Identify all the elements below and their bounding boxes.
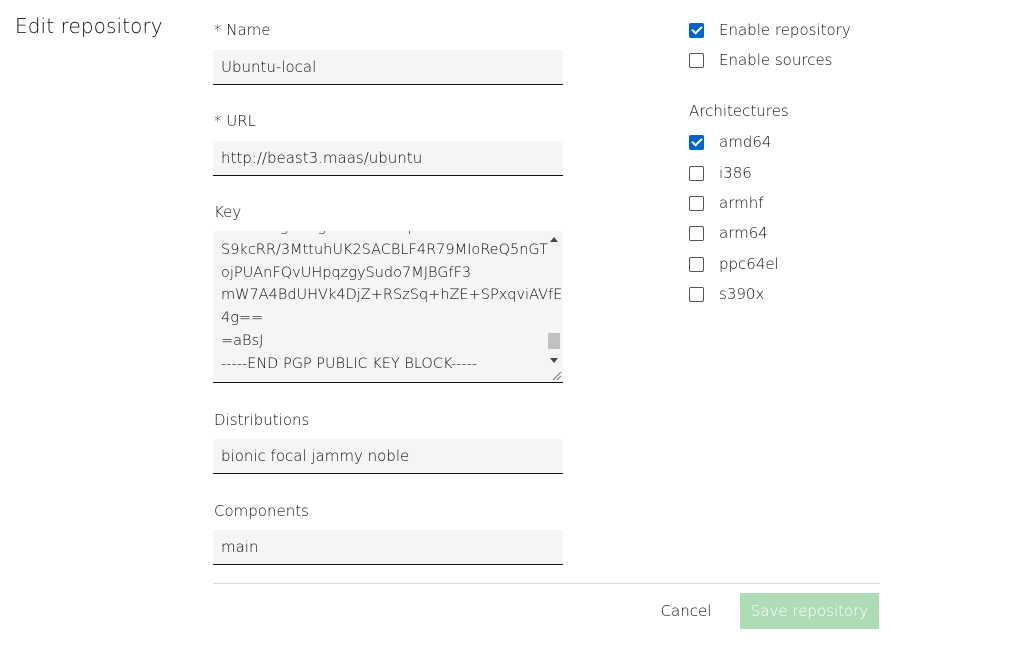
arch-option-ppc64el[interactable]: ppc64el [689, 253, 779, 275]
name-label: * Name [214, 21, 271, 39]
arch-label-s390x: s390x [719, 285, 765, 303]
arch-option-arm64[interactable]: arm64 [689, 222, 768, 244]
enable-sources-checkbox[interactable] [689, 52, 704, 68]
key-textarea[interactable]: bVl8+XIg3ZZg1oZcHHmiq29vH5 S9kcRR/3Mttuh… [213, 231, 563, 383]
key-label: Key [214, 203, 242, 221]
scroll-down-arrow-icon[interactable] [550, 358, 558, 363]
arch-checkbox-ppc64el[interactable] [689, 256, 704, 272]
enable-sources-label: Enable sources [719, 51, 833, 69]
enable-repository-checkbox[interactable] [689, 22, 704, 38]
enable-repository-option[interactable]: Enable repository [689, 19, 851, 41]
scroll-thumb[interactable] [548, 333, 560, 349]
arch-label-amd64: amd64 [719, 133, 772, 151]
resize-grip-icon[interactable] [550, 369, 562, 381]
arch-label-i386: i386 [719, 164, 752, 182]
architectures-title: Architectures [689, 102, 789, 120]
page-title: Edit repository [15, 14, 163, 38]
enable-sources-option[interactable]: Enable sources [689, 49, 833, 71]
url-label: * URL [214, 112, 257, 130]
components-label: Components [214, 502, 309, 520]
arch-checkbox-s390x[interactable] [689, 286, 704, 302]
key-scrollbar[interactable] [547, 233, 561, 380]
footer-divider [213, 583, 880, 584]
enable-repository-label: Enable repository [719, 21, 851, 39]
arch-checkbox-armhf[interactable] [689, 195, 704, 211]
arch-label-ppc64el: ppc64el [719, 255, 779, 273]
url-input[interactable] [213, 141, 563, 176]
arch-checkbox-amd64[interactable] [689, 134, 704, 150]
distributions-input[interactable] [213, 439, 563, 474]
arch-option-i386[interactable]: i386 [689, 162, 752, 184]
key-text: bVl8+XIg3ZZg1oZcHHmiq29vH5 S9kcRR/3Mttuh… [221, 231, 563, 372]
components-input[interactable] [213, 530, 563, 565]
arch-checkbox-arm64[interactable] [689, 225, 704, 241]
arch-label-arm64: arm64 [719, 224, 768, 242]
distributions-label: Distributions [214, 411, 310, 429]
arch-option-s390x[interactable]: s390x [689, 283, 764, 305]
scroll-up-arrow-icon[interactable] [550, 237, 558, 242]
arch-label-armhf: armhf [719, 194, 764, 212]
arch-option-amd64[interactable]: amd64 [689, 131, 771, 153]
name-input[interactable] [213, 50, 563, 85]
arch-checkbox-i386[interactable] [689, 165, 704, 181]
cancel-button[interactable]: Cancel [652, 593, 720, 629]
save-repository-button[interactable]: Save repository [740, 593, 879, 629]
arch-option-armhf[interactable]: armhf [689, 192, 764, 214]
